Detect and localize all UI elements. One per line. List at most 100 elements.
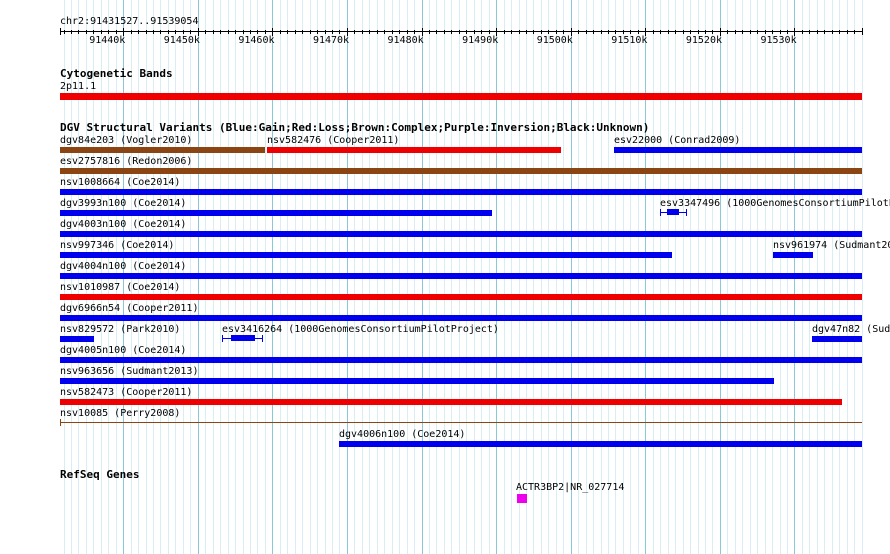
ruler-tick	[787, 30, 788, 34]
feature-label: nsv582473 (Cooper2011)	[60, 387, 193, 398]
sv-feature-bar[interactable]	[231, 335, 255, 341]
ruler-tick	[399, 30, 400, 34]
sv-feature-bar[interactable]	[60, 252, 672, 258]
ruler-tick	[407, 30, 408, 34]
ruler-tick	[377, 30, 378, 34]
ruler-tick	[824, 30, 825, 34]
ruler-tick	[332, 30, 333, 34]
ruler-tick	[116, 30, 117, 34]
ruler-tick	[317, 30, 318, 34]
ruler-tick-label: 91510k	[611, 35, 648, 46]
ruler-tick	[310, 30, 311, 34]
ruler-tick	[504, 30, 505, 34]
ruler-tick	[615, 30, 616, 34]
sv-feature-bar[interactable]	[60, 210, 492, 216]
ruler-tick	[153, 30, 154, 34]
cytoband-bar[interactable]	[60, 93, 862, 100]
ruler-tick	[295, 30, 296, 34]
refseq-track-title: RefSeq Genes	[60, 468, 140, 481]
feature-label: esv22000 (Conrad2009)	[614, 135, 741, 146]
sv-feature-bar[interactable]	[60, 315, 862, 321]
ruler-tick	[742, 30, 743, 34]
ruler-tick-label: 91450k	[163, 35, 200, 46]
ruler-tick	[146, 30, 147, 34]
feature-label: nsv829572 (Park2010)	[60, 324, 181, 335]
ruler-tick	[638, 30, 639, 34]
feature-label: dgv47n82 (Sud	[812, 324, 890, 335]
ruler-tick-label: 91530k	[760, 35, 797, 46]
ruler-tick	[593, 30, 594, 34]
ruler-tick	[578, 30, 579, 34]
ruler-tick	[668, 30, 669, 34]
ruler-tick	[78, 30, 79, 34]
ruler-tick	[451, 30, 452, 34]
sv-feature-bar[interactable]	[339, 441, 862, 447]
sv-feature-bar[interactable]	[60, 357, 862, 363]
feature-label: esv2757816 (Redon2006)	[60, 156, 193, 167]
sv-feature-bar[interactable]	[60, 273, 862, 279]
feature-label: nsv997346 (Coe2014)	[60, 240, 175, 251]
gene-feature-bar[interactable]	[517, 494, 527, 503]
sv-feature-bar[interactable]	[60, 378, 774, 384]
ruler-tick	[519, 30, 520, 34]
sv-feature-bar[interactable]	[60, 399, 842, 405]
ruler-end-tick	[60, 28, 61, 35]
ruler-tick	[690, 30, 691, 34]
ruler-tick	[623, 30, 624, 34]
dgv-track-title: DGV Structural Variants (Blue:Gain;Red:L…	[60, 121, 650, 134]
ruler-tick	[257, 30, 258, 34]
ruler-tick-label: 91470k	[312, 35, 350, 46]
ruler-tick	[392, 30, 393, 34]
sv-feature-bar[interactable]	[60, 336, 94, 342]
ruler-tick	[160, 30, 161, 34]
sv-feature-bar[interactable]	[614, 147, 862, 153]
ruler-tick	[436, 30, 437, 34]
feature-label: nsv582476 (Cooper2011)	[267, 135, 400, 146]
ruler-tick	[213, 30, 214, 34]
ruler-tick	[168, 30, 169, 34]
sv-feature-bar[interactable]	[267, 147, 561, 153]
ruler-tick-label: 91460k	[238, 35, 275, 46]
ruler-tick	[712, 30, 713, 34]
ruler-tick	[772, 30, 773, 34]
ruler-tick	[727, 30, 728, 34]
sv-feature-bar[interactable]	[667, 209, 679, 215]
ruler-tick	[511, 30, 512, 34]
ruler-tick	[608, 30, 609, 34]
ruler-tick	[489, 30, 490, 34]
sv-feature-bar[interactable]	[60, 231, 862, 237]
ruler-tick	[444, 30, 445, 34]
ruler-tick	[698, 30, 699, 34]
feature-label: dgv84e203 (Vogler2010)	[60, 135, 193, 146]
ruler-tick-label: 91490k	[462, 35, 499, 46]
ruler-tick	[735, 30, 736, 34]
sv-feature-span[interactable]	[60, 422, 862, 423]
sv-feature-end	[686, 209, 687, 216]
sv-feature-bar[interactable]	[60, 189, 862, 195]
ruler-tick	[369, 30, 370, 34]
ruler-tick	[325, 30, 326, 34]
ruler-tick	[250, 30, 251, 34]
sv-feature-bar[interactable]	[773, 252, 813, 258]
sv-feature-bar[interactable]	[812, 336, 862, 342]
ruler-tick	[131, 30, 132, 34]
feature-label: dgv4005n100 (Coe2014)	[60, 345, 187, 356]
feature-label: esv3347496 (1000GenomesConsortiumPilotP	[660, 198, 890, 209]
feature-label: dgv4003n100 (Coe2014)	[60, 219, 187, 230]
sv-feature-bar[interactable]	[60, 147, 265, 153]
ruler-tick-label: 91500k	[536, 35, 573, 46]
ruler-tick	[526, 30, 527, 34]
minor-gridline	[862, 0, 863, 554]
ruler-tick	[533, 30, 534, 34]
feature-label: nsv963656 (Sudmant2013)	[60, 366, 199, 377]
ruler-tick	[64, 30, 65, 34]
ruler-tick	[757, 30, 758, 34]
sv-feature-bar[interactable]	[60, 294, 862, 300]
ruler-tick	[541, 30, 542, 34]
ruler-end-tick	[862, 28, 863, 35]
ruler-tick	[384, 30, 385, 34]
feature-label: nsv1010987 (Coe2014)	[60, 282, 181, 293]
sv-feature-bar[interactable]	[60, 168, 862, 174]
ruler-tick	[705, 30, 706, 34]
gene-label: ACTR3BP2|NR_027714	[516, 482, 625, 493]
